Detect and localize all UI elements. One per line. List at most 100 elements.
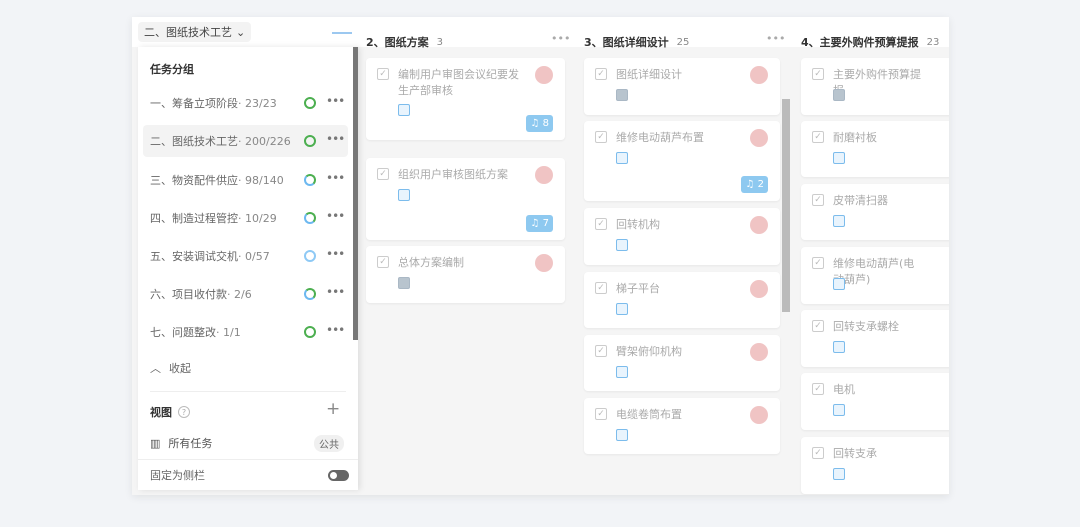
column-header: 2、图纸方案 3 (366, 34, 443, 50)
avatar (535, 166, 553, 184)
task-card[interactable]: ✓ 电缆卷筒布置 (584, 398, 780, 454)
task-card[interactable]: ✓ 维修电动葫芦(电动葫芦) (801, 247, 949, 304)
bell-icon: ♫ (745, 179, 755, 190)
progress-ring-icon (304, 326, 316, 338)
progress-ring-icon (304, 288, 316, 300)
task-card[interactable]: ✓ 臂架俯仰机构 (584, 335, 780, 391)
group-item[interactable]: 一、筹备立项阶段 · 23/23 ••• (143, 87, 348, 119)
task-type-icon (833, 341, 845, 353)
column-more-icon[interactable]: ••• (551, 32, 570, 45)
task-card[interactable]: ✓ 回转机构 (584, 208, 780, 265)
group-item[interactable]: 七、问题整改 · 1/1 ••• (143, 316, 348, 348)
task-type-icon (616, 239, 628, 251)
group-item[interactable]: 三、物资配件供应 · 98/140 ••• (143, 164, 348, 196)
task-type-icon (398, 104, 410, 116)
task-title: 图纸详细设计 (616, 68, 682, 81)
divider (150, 391, 346, 392)
checkbox-icon[interactable]: ✓ (812, 257, 824, 269)
bell-icon: ♫ (530, 118, 540, 129)
more-icon[interactable]: ••• (326, 209, 345, 223)
group-label: 一、筹备立项阶段 (150, 97, 238, 110)
task-card[interactable]: ✓ 编制用户审图会议纪要发生产部审核 ♫ 8 (366, 58, 565, 140)
checkbox-icon[interactable]: ✓ (812, 68, 824, 80)
checkbox-icon[interactable]: ✓ (812, 447, 824, 459)
task-card[interactable]: ✓ 电机 (801, 373, 949, 430)
task-card[interactable]: ✓ 组织用户审核图纸方案 ♫ 7 (366, 158, 565, 240)
task-type-icon (616, 152, 628, 164)
more-icon[interactable]: ••• (326, 323, 345, 337)
checkbox-icon[interactable]: ✓ (595, 131, 607, 143)
column-count: 25 (676, 36, 690, 48)
milestone-icon (616, 89, 628, 101)
task-title: 回转支承 (833, 447, 877, 460)
checkbox-icon[interactable]: ✓ (595, 408, 607, 420)
avatar (750, 66, 768, 84)
board-icon: ▥ (150, 436, 161, 450)
group-item[interactable]: 二、图纸技术工艺 · 200/226 ••• (143, 125, 348, 157)
column-scrollbar[interactable] (782, 99, 790, 312)
checkbox-icon[interactable]: ✓ (595, 68, 607, 80)
checkbox-icon[interactable]: ✓ (595, 218, 607, 230)
task-title: 回转支承螺栓 (833, 320, 899, 333)
checkbox-icon[interactable]: ✓ (812, 131, 824, 143)
checkbox-icon[interactable]: ✓ (377, 168, 389, 180)
checkbox-icon[interactable]: ✓ (595, 345, 607, 357)
column-more-icon[interactable]: ••• (766, 32, 785, 45)
more-icon[interactable]: ••• (326, 132, 345, 146)
task-title: 编制用户审图会议纪要发生产部审核 (398, 68, 519, 97)
views-heading: 视图? (150, 404, 190, 420)
group-count: · 2/6 (227, 287, 252, 301)
milestone-icon (398, 277, 410, 289)
group-label: 六、项目收付款 (150, 288, 227, 301)
badge-count: 2 (757, 179, 764, 190)
views-title: 视图 (150, 406, 172, 419)
collapse-button[interactable]: ︿ 收起 (150, 360, 191, 376)
view-public-badge: 公共 (314, 435, 344, 452)
checkbox-icon[interactable]: ✓ (377, 68, 389, 80)
task-title: 电机 (833, 383, 855, 396)
help-icon[interactable]: ? (178, 406, 190, 418)
task-type-icon (833, 468, 845, 480)
task-type-icon (616, 303, 628, 315)
checkbox-icon[interactable]: ✓ (812, 320, 824, 332)
view-item-all-tasks[interactable]: ▥ 所有任务 (150, 435, 212, 451)
task-title: 回转机构 (616, 218, 660, 231)
more-icon[interactable]: ••• (326, 171, 345, 185)
group-label: 三、物资配件供应 (150, 174, 238, 187)
avatar (750, 406, 768, 424)
task-type-icon (833, 278, 845, 290)
pin-label: 固定为侧栏 (150, 469, 205, 482)
sidebar-scrollbar[interactable] (353, 47, 358, 340)
group-item[interactable]: 四、制造过程管控 · 10/29 ••• (143, 202, 348, 234)
group-select[interactable]: 二、图纸技术工艺 ⌄ (138, 22, 252, 42)
column-title: 3、图纸详细设计 (584, 36, 669, 49)
task-card[interactable]: ✓ 图纸详细设计 (584, 58, 780, 115)
add-view-button[interactable]: + (326, 399, 340, 419)
task-card[interactable]: ✓ 主要外购件预算提报 (801, 58, 949, 115)
task-card[interactable]: ✓ 皮带清扫器 (801, 184, 949, 240)
column-header: 4、主要外购件预算提报 23 (801, 34, 939, 50)
avatar (750, 129, 768, 147)
checkbox-icon[interactable]: ✓ (595, 282, 607, 294)
more-icon[interactable]: ••• (326, 285, 345, 299)
task-title: 电缆卷筒布置 (616, 408, 682, 421)
group-label: 二、图纸技术工艺 (150, 135, 238, 148)
group-item[interactable]: 五、安装调试交机 · 0/57 ••• (143, 240, 348, 272)
more-icon[interactable]: ••• (326, 247, 345, 261)
task-card[interactable]: ✓ 梯子平台 (584, 272, 780, 328)
checkbox-icon[interactable]: ✓ (377, 256, 389, 268)
column-title: 2、图纸方案 (366, 36, 429, 49)
pin-sidebar-toggle[interactable] (328, 470, 349, 481)
more-icon[interactable]: ••• (326, 94, 345, 108)
group-item[interactable]: 六、项目收付款 · 2/6 ••• (143, 278, 348, 310)
task-card[interactable]: ✓ 耐磨衬板 (801, 121, 949, 177)
task-card[interactable]: ✓ 回转支承 (801, 437, 949, 494)
progress-ring-icon (304, 174, 316, 186)
task-card[interactable]: ✓ 总体方案编制 (366, 246, 565, 303)
task-card[interactable]: ✓ 维修电动葫芦布置 ♫ 2 (584, 121, 780, 201)
checkbox-icon[interactable]: ✓ (812, 194, 824, 206)
checkbox-icon[interactable]: ✓ (812, 383, 824, 395)
group-count: · 98/140 (238, 173, 284, 187)
column-count: 23 (926, 36, 940, 48)
task-card[interactable]: ✓ 回转支承螺栓 (801, 310, 949, 367)
